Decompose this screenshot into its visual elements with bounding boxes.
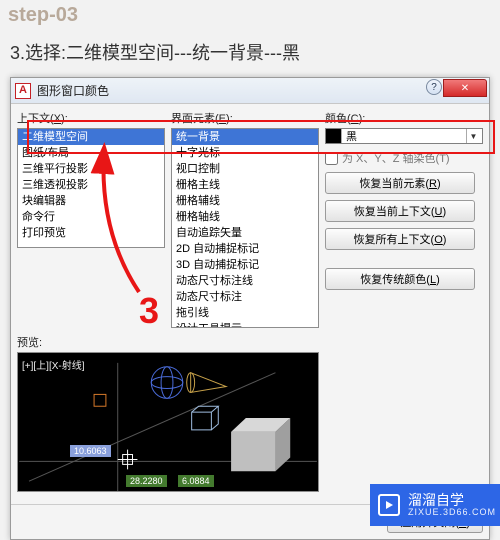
color-dropdown[interactable]: 黑 ▼ — [325, 128, 483, 144]
element-item-selected[interactable]: 统一背景 — [172, 129, 318, 145]
element-listbox[interactable]: 统一背景 十字光标 视口控制 栅格主线 栅格辅线 栅格轴线 自动追踪矢量 2D … — [171, 128, 319, 328]
restore-context-button[interactable]: 恢复当前上下文(U) — [325, 200, 475, 222]
app-icon: A — [15, 83, 31, 99]
chevron-down-icon[interactable]: ▼ — [466, 129, 480, 143]
step-label: step-03 — [0, 0, 500, 27]
preview-value-3: 6.0884 — [178, 475, 214, 487]
context-item[interactable]: 块编辑器 — [18, 193, 164, 209]
xyz-tint-label: 为 X、Y、Z 轴染色(T) — [342, 150, 450, 166]
restore-element-button[interactable]: 恢复当前元素(R) — [325, 172, 475, 194]
watermark: 溜溜自学 ZIXUE.3D66.COM — [370, 484, 500, 526]
context-label: 上下文(X): — [17, 110, 165, 126]
element-item[interactable]: 栅格轴线 — [172, 209, 318, 225]
element-item[interactable]: 十字光标 — [172, 145, 318, 161]
preview-label: 预览: — [17, 334, 483, 350]
color-label: 颜色(C): — [325, 110, 483, 126]
color-value: 黑 — [346, 128, 357, 144]
context-item[interactable]: 打印预览 — [18, 225, 164, 241]
context-item[interactable]: 三维透视投影 — [18, 177, 164, 193]
element-item[interactable]: 3D 自动捕捉标记 — [172, 257, 318, 273]
element-item[interactable]: 设计工具提示 — [172, 321, 318, 328]
titlebar: A 图形窗口颜色 ? ✕ — [11, 78, 489, 104]
instruction-text: 3.选择:二维模型空间---统一背景---黑 — [0, 27, 500, 77]
dialog-title: 图形窗口颜色 — [37, 82, 109, 99]
preview-viewport: [+][上][X-射线] — [17, 352, 319, 492]
watermark-sub: ZIXUE.3D66.COM — [408, 508, 496, 517]
color-swatch — [326, 129, 342, 143]
element-label: 界面元素(E): — [171, 110, 319, 126]
preview-value-1: 10.6063 — [70, 445, 111, 457]
watermark-main: 溜溜自学 — [408, 493, 496, 508]
element-item[interactable]: 2D 自动捕捉标记 — [172, 241, 318, 257]
restore-all-button[interactable]: 恢复所有上下文(O) — [325, 228, 475, 250]
context-item-selected[interactable]: 二维模型空间 — [18, 129, 164, 145]
preview-value-2: 28.2280 — [126, 475, 167, 487]
xyz-tint-checkbox[interactable] — [325, 152, 338, 165]
context-item[interactable]: 图纸/布局 — [18, 145, 164, 161]
element-item[interactable]: 动态尺寸标注线 — [172, 273, 318, 289]
restore-classic-button[interactable]: 恢复传统颜色(L) — [325, 268, 475, 290]
close-button[interactable]: ✕ — [443, 79, 487, 97]
element-item[interactable]: 栅格辅线 — [172, 193, 318, 209]
color-options-dialog: A 图形窗口颜色 ? ✕ 上下文(X): 二维模型空间 图纸/布局 三维平行投 — [10, 77, 490, 540]
element-item[interactable]: 视口控制 — [172, 161, 318, 177]
element-item[interactable]: 动态尺寸标注 — [172, 289, 318, 305]
context-listbox[interactable]: 二维模型空间 图纸/布局 三维平行投影 三维透视投影 块编辑器 命令行 打印预览 — [17, 128, 165, 248]
context-item[interactable]: 三维平行投影 — [18, 161, 164, 177]
play-icon — [378, 494, 400, 516]
element-item[interactable]: 自动追踪矢量 — [172, 225, 318, 241]
element-item[interactable]: 拖引线 — [172, 305, 318, 321]
context-item[interactable]: 命令行 — [18, 209, 164, 225]
help-icon[interactable]: ? — [426, 79, 442, 95]
element-item[interactable]: 栅格主线 — [172, 177, 318, 193]
